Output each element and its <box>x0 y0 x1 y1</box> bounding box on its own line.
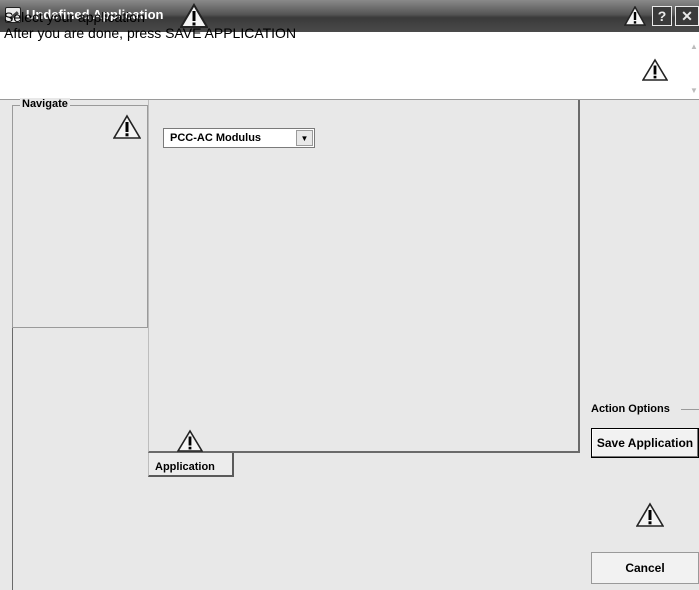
application-tab-panel <box>148 100 580 453</box>
instruction-line-1: Select your application <box>4 9 145 25</box>
instruction-line-2: After you are done, press SAVE APPLICATI… <box>4 25 297 41</box>
scroll-down-icon[interactable]: ▼ <box>690 86 698 95</box>
instruction-panel <box>0 32 699 100</box>
warning-icon[interactable] <box>642 58 668 82</box>
warning-icon[interactable] <box>636 502 664 528</box>
cancel-button[interactable]: Cancel <box>591 552 699 584</box>
instruction-scrollbar[interactable]: ▲ ▼ <box>688 40 699 98</box>
action-options-divider <box>681 409 699 410</box>
chevron-down-icon[interactable]: ▼ <box>296 130 313 146</box>
action-options-label: Action Options <box>591 403 670 415</box>
close-button[interactable]: ✕ <box>675 6 699 26</box>
warning-icon[interactable] <box>113 114 141 140</box>
application-select[interactable]: PCC-AC Modulus <box>163 128 315 148</box>
warning-icon[interactable] <box>624 6 646 26</box>
help-button[interactable]: ? <box>652 6 672 26</box>
navigate-label: Navigate <box>20 98 70 110</box>
scroll-up-icon[interactable]: ▲ <box>690 42 698 51</box>
warning-icon[interactable] <box>177 429 203 453</box>
tab-application[interactable]: Application <box>148 453 234 477</box>
save-application-button[interactable]: Save Application <box>591 428 699 458</box>
